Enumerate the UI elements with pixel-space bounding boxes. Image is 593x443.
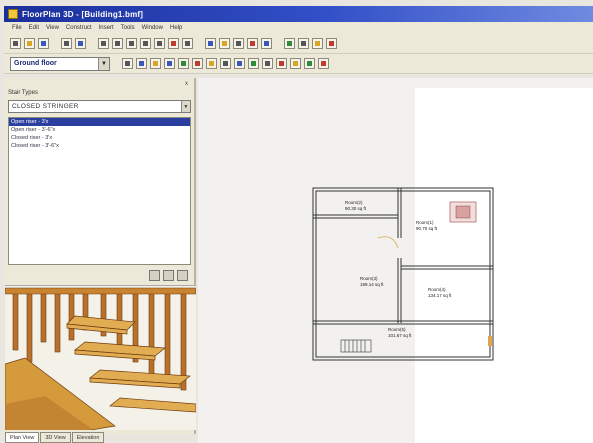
text-icon[interactable] [233, 38, 244, 49]
window-object-icon[interactable] [261, 38, 272, 49]
zoom-extents-icon[interactable] [140, 38, 151, 49]
room-area: 90.70 sq ft [416, 226, 438, 231]
stair-type-select[interactable]: CLOSED STRINGER ▼ [8, 100, 191, 113]
cabinet-icon[interactable] [178, 58, 189, 69]
dimension-icon[interactable] [262, 58, 273, 69]
floor-select-value: Ground floor [14, 60, 57, 67]
stair-list-item[interactable]: Open riser - 3'-6"x [9, 126, 190, 134]
menu-view[interactable]: View [46, 25, 59, 31]
print-icon[interactable] [61, 38, 72, 49]
layer-icon[interactable] [318, 58, 329, 69]
room-label: Room(3) [360, 276, 378, 281]
roof-icon[interactable] [219, 38, 230, 49]
stair-list-item[interactable]: Closed riser - 3'-6"x [9, 142, 190, 150]
window-tool-icon[interactable] [164, 58, 175, 69]
standard-toolbar [4, 34, 593, 54]
room-label: Room(1) [416, 220, 434, 225]
wall-icon[interactable] [205, 38, 216, 49]
room-label: Room(5) [388, 327, 406, 332]
room-label: Room(2) [345, 200, 363, 205]
construct-toolbar: Ground floor ▼ [4, 54, 593, 74]
stair-preview-drawing [5, 286, 196, 430]
zoom-out-icon[interactable] [112, 38, 123, 49]
properties-icon[interactable] [149, 269, 160, 281]
grid-icon[interactable] [304, 58, 315, 69]
stair-list-item[interactable]: Open riser - 3'x [9, 118, 190, 126]
select-pointer-icon[interactable] [122, 58, 133, 69]
menu-help[interactable]: Help [170, 25, 182, 31]
app-icon [8, 9, 18, 19]
furniture-icon[interactable] [290, 58, 301, 69]
chevron-down-icon[interactable]: ▼ [98, 57, 109, 70]
room-area: 189.14 sq ft [360, 282, 384, 287]
zoom-window-icon[interactable] [126, 38, 137, 49]
help-pointer-icon[interactable] [75, 38, 86, 49]
plan-canvas[interactable]: Room(2) 90.30 sq ft Room(1) 90.70 sq ft … [198, 78, 593, 443]
stair-type-value: CLOSED STRINGER [12, 103, 79, 110]
save-icon[interactable] [38, 38, 49, 49]
redraw-icon[interactable] [182, 38, 193, 49]
fixture-icon[interactable] [234, 58, 245, 69]
window-title: FloorPlan 3D - [Building1.bmf] [22, 9, 144, 19]
menu-construct[interactable]: Construct [66, 25, 92, 31]
room-area: 90.30 sq ft [345, 206, 367, 211]
panel-button-row [5, 265, 194, 285]
render-icon[interactable] [312, 38, 323, 49]
terrain-icon[interactable] [284, 38, 295, 49]
stair-list[interactable]: Open riser - 3'x Open riser - 3'-6"x Clo… [8, 117, 191, 265]
stair-types-label: Stair Types [8, 90, 38, 96]
menu-window[interactable]: Window [142, 25, 163, 31]
paint-icon[interactable] [247, 38, 258, 49]
room-area: 134.17 sq ft [428, 293, 452, 298]
edit-icon[interactable] [177, 269, 188, 281]
menu-insert[interactable]: Insert [99, 25, 114, 31]
column-icon[interactable] [220, 58, 231, 69]
menu-edit[interactable]: Edit [29, 25, 39, 31]
library-icon[interactable] [163, 269, 174, 281]
door-icon[interactable] [150, 58, 161, 69]
tab-3d-view[interactable]: 3D View [40, 432, 71, 443]
roof-tool-icon[interactable] [206, 58, 217, 69]
tab-elevation[interactable]: Elevation [71, 432, 105, 443]
draw-wall-icon[interactable] [136, 58, 147, 69]
menu-bar: File Edit View Construct Insert Tools Wi… [4, 22, 593, 34]
blank-tool-icon[interactable] [298, 38, 309, 49]
tab-plan-view[interactable]: Plan View [5, 432, 40, 443]
pan-icon[interactable] [154, 38, 165, 49]
chevron-down-icon[interactable]: ▼ [181, 101, 190, 112]
zoom-in-icon[interactable] [98, 38, 109, 49]
stop-icon[interactable] [168, 38, 179, 49]
electrical-icon[interactable] [276, 58, 287, 69]
stair-3d-preview [5, 285, 196, 430]
room-label: Room(4) [428, 287, 446, 292]
stairs-icon[interactable] [192, 58, 203, 69]
app-window: FloorPlan 3D - [Building1.bmf] File Edit… [0, 0, 593, 443]
room-area: 101.67 sq ft [388, 333, 412, 338]
title-bar[interactable]: FloorPlan 3D - [Building1.bmf] [4, 6, 593, 22]
open-folder-icon[interactable] [24, 38, 35, 49]
close-icon[interactable]: x [185, 81, 188, 87]
stair-list-item[interactable]: Closed riser - 3'x [9, 134, 190, 142]
landscape-icon[interactable] [248, 58, 259, 69]
walkthrough-icon[interactable] [326, 38, 337, 49]
new-file-icon[interactable] [10, 38, 21, 49]
floor-select[interactable]: Ground floor ▼ [10, 56, 110, 71]
panel-header: x [5, 78, 194, 90]
floor-plan-drawing: Room(2) 90.30 sq ft Room(1) 90.70 sq ft … [312, 187, 494, 361]
menu-file[interactable]: File [12, 25, 22, 31]
view-tabs: Plan View 3D View Elevation [5, 432, 105, 443]
menu-tools[interactable]: Tools [121, 25, 135, 31]
